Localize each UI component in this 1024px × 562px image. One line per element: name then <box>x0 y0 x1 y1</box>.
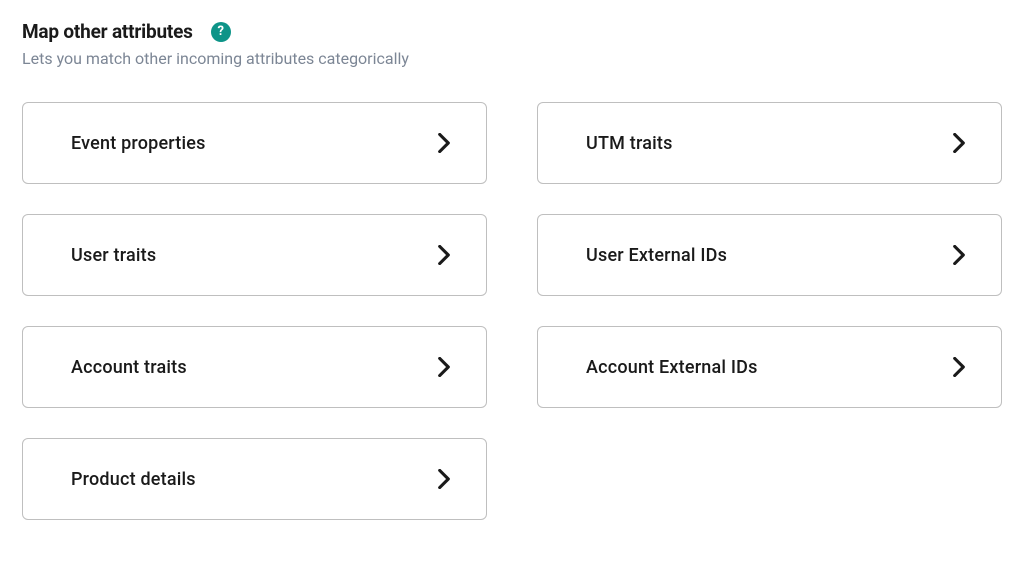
section-header: Map other attributes ? <box>22 20 1002 43</box>
card-label: User External IDs <box>586 245 727 266</box>
chevron-right-icon <box>438 357 450 377</box>
card-user-traits[interactable]: User traits <box>22 214 487 296</box>
card-label: Account traits <box>71 357 187 378</box>
card-utm-traits[interactable]: UTM traits <box>537 102 1002 184</box>
chevron-right-icon <box>953 133 965 153</box>
section-title: Map other attributes <box>22 20 193 43</box>
card-label: Account External IDs <box>586 357 758 378</box>
card-label: Event properties <box>71 133 206 154</box>
section-subtitle: Lets you match other incoming attributes… <box>22 49 1002 68</box>
chevron-right-icon <box>438 133 450 153</box>
chevron-right-icon <box>953 357 965 377</box>
card-account-traits[interactable]: Account traits <box>22 326 487 408</box>
card-label: Product details <box>71 469 196 490</box>
chevron-right-icon <box>953 245 965 265</box>
card-user-external-ids[interactable]: User External IDs <box>537 214 1002 296</box>
card-account-external-ids[interactable]: Account External IDs <box>537 326 1002 408</box>
card-event-properties[interactable]: Event properties <box>22 102 487 184</box>
card-label: User traits <box>71 245 156 266</box>
chevron-right-icon <box>438 245 450 265</box>
help-icon-glyph: ? <box>218 24 224 39</box>
card-product-details[interactable]: Product details <box>22 438 487 520</box>
attribute-card-grid: Event properties UTM traits User traits … <box>22 102 1002 520</box>
card-label: UTM traits <box>586 133 673 154</box>
help-icon[interactable]: ? <box>211 22 231 42</box>
chevron-right-icon <box>438 469 450 489</box>
